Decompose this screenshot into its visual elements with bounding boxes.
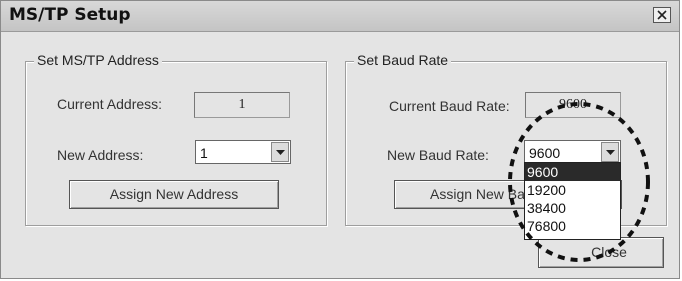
close-button[interactable]: Close xyxy=(538,237,664,268)
close-x-icon xyxy=(657,10,667,20)
window-title: MS/TP Setup xyxy=(9,5,131,25)
new-address-value: 1 xyxy=(200,145,208,161)
new-baud-rate-value: 9600 xyxy=(529,145,561,161)
baud-rate-option[interactable]: 9600 xyxy=(525,163,620,181)
chevron-down-icon xyxy=(606,150,615,155)
current-address-value: 1 xyxy=(194,92,290,118)
new-address-label: New Address: xyxy=(57,147,144,163)
baud-rate-option[interactable]: 38400 xyxy=(525,199,620,217)
new-address-dropdown-button[interactable] xyxy=(271,142,289,162)
new-address-select[interactable]: 1 xyxy=(195,140,291,164)
baud-rate-option[interactable]: 19200 xyxy=(525,181,620,199)
assign-new-address-button[interactable]: Assign New Address xyxy=(69,180,279,209)
baud-group-legend: Set Baud Rate xyxy=(354,52,452,68)
new-baud-rate-select[interactable]: 9600 xyxy=(524,140,621,163)
address-group-legend: Set MS/TP Address xyxy=(34,52,162,68)
ms-tp-setup-dialog: MS/TP Setup Set MS/TP Address Current Ad… xyxy=(0,0,680,279)
window-close-button[interactable] xyxy=(653,7,671,23)
chevron-down-icon xyxy=(276,150,285,155)
title-bar[interactable]: MS/TP Setup xyxy=(1,1,679,32)
current-address-label: Current Address: xyxy=(57,96,163,112)
new-baud-rate-dropdown-button[interactable] xyxy=(601,142,619,162)
baud-rate-dropdown-list[interactable]: 9600 19200 38400 76800 xyxy=(524,162,621,240)
new-baud-rate-label: New Baud Rate: xyxy=(387,147,489,163)
baud-rate-option[interactable]: 76800 xyxy=(525,217,620,235)
current-baud-rate-label: Current Baud Rate: xyxy=(389,98,510,114)
current-baud-rate-value: 9600 xyxy=(525,92,621,118)
